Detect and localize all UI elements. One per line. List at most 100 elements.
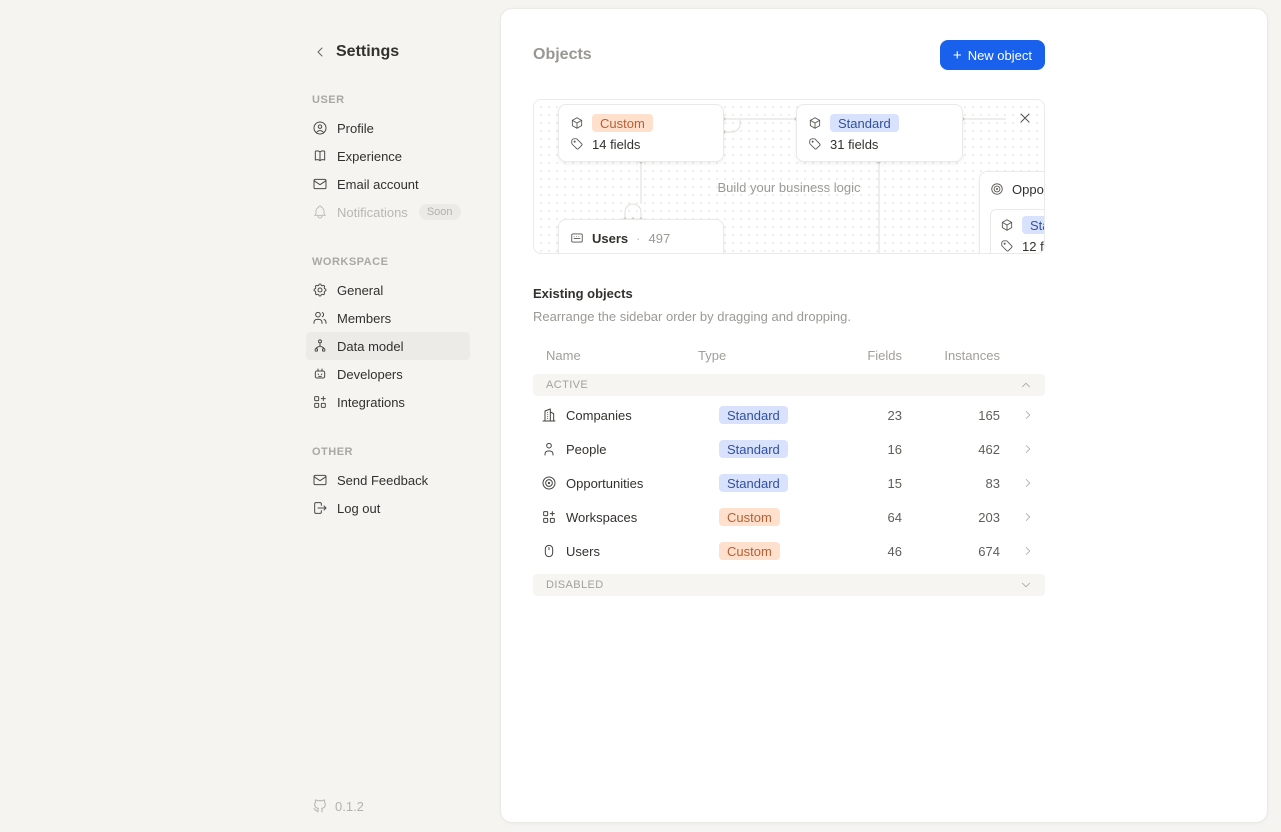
fields-count: 31 fields	[830, 137, 878, 152]
sidebar-item-log-out[interactable]: Log out	[306, 494, 470, 522]
sidebar-item-send-feedback[interactable]: Send Feedback	[306, 466, 470, 494]
tag-icon	[808, 137, 822, 151]
apps-icon	[541, 509, 557, 525]
object-type-badge: Custom	[719, 542, 780, 560]
robot-icon	[312, 366, 328, 382]
sidebar-item-members[interactable]: Members	[306, 304, 470, 332]
column-header-name: Name	[533, 348, 698, 363]
object-name: People	[566, 442, 606, 457]
banner-subcard: Standard 12 fields	[990, 209, 1045, 254]
table-row-opportunities[interactable]: Opportunities Standard 15 83	[533, 466, 1045, 500]
table-row-companies[interactable]: Companies Standard 23 165	[533, 398, 1045, 432]
mouse-icon	[541, 543, 557, 559]
soon-badge: Soon	[419, 204, 461, 220]
object-name: Workspaces	[566, 510, 637, 525]
object-type-badge: Standard	[1022, 216, 1045, 234]
main-panel: Objects + New object	[500, 8, 1268, 823]
sidebar-section-workspace: WORKSPACE General Members Data model Dev…	[306, 252, 470, 416]
banner-caption: Build your business logic	[534, 180, 1044, 195]
cube-icon	[808, 116, 822, 130]
table-header-row: Name Type Fields Instances	[533, 340, 1045, 370]
instances-count: 165	[902, 408, 1000, 423]
settings-sidebar: Settings USER Profile Experience Email a…	[306, 40, 470, 522]
object-type-badge: Standard	[719, 406, 788, 424]
sidebar-item-label: Data model	[337, 339, 403, 354]
new-object-label: New object	[968, 48, 1032, 63]
page-title: Objects	[533, 46, 592, 64]
sidebar-item-label: Send Feedback	[337, 473, 428, 488]
existing-objects-heading: Existing objects	[533, 286, 1045, 301]
fields-count: 46	[830, 544, 902, 559]
instances-count: 674	[902, 544, 1000, 559]
active-section-label: ACTIVE	[546, 379, 588, 391]
object-name: Opportunities	[566, 476, 643, 491]
close-icon	[1017, 110, 1033, 126]
sidebar-item-profile[interactable]: Profile	[306, 114, 470, 142]
close-banner-button[interactable]	[1016, 109, 1034, 127]
sidebar-item-integrations[interactable]: Integrations	[306, 388, 470, 416]
fields-count: 23	[830, 408, 902, 423]
sidebar-item-email-account[interactable]: Email account	[306, 170, 470, 198]
users-icon	[312, 310, 328, 326]
tag-icon	[570, 137, 584, 151]
sidebar-item-label: General	[337, 283, 383, 298]
banner-card-users: Users · 497	[558, 219, 724, 254]
settings-header[interactable]: Settings	[306, 40, 470, 64]
chevron-up-icon	[1019, 378, 1033, 392]
section-label-other: OTHER	[306, 442, 470, 462]
book-icon	[312, 148, 328, 164]
new-object-button[interactable]: + New object	[940, 40, 1045, 70]
person-icon	[541, 441, 557, 457]
objects-table: Name Type Fields Instances ACTIVE Compan…	[533, 340, 1045, 596]
fields-count: 64	[830, 510, 902, 525]
banner-card-custom: Custom 14 fields	[558, 104, 724, 162]
mail-icon	[312, 472, 328, 488]
object-name: Companies	[566, 408, 632, 423]
sidebar-item-label: Log out	[337, 501, 380, 516]
keyboard-icon	[570, 231, 584, 245]
column-header-type: Type	[698, 348, 830, 363]
bell-icon	[312, 204, 328, 220]
instances-count: 83	[902, 476, 1000, 491]
sidebar-item-general[interactable]: General	[306, 276, 470, 304]
settings-title: Settings	[336, 43, 399, 61]
sidebar-item-label: Members	[337, 311, 391, 326]
table-row-users[interactable]: Users Custom 46 674	[533, 534, 1045, 568]
object-name: Users	[592, 231, 628, 246]
section-label-user: USER	[306, 90, 470, 110]
disabled-section-bar[interactable]: DISABLED	[533, 574, 1045, 596]
cube-icon	[570, 116, 584, 130]
apps-icon	[312, 394, 328, 410]
sidebar-item-label: Profile	[337, 121, 374, 136]
chevron-right-icon[interactable]	[1021, 510, 1035, 524]
instances-count: 462	[902, 442, 1000, 457]
tag-icon	[1000, 239, 1014, 253]
chevron-right-icon[interactable]	[1021, 476, 1035, 490]
sidebar-item-data-model[interactable]: Data model	[306, 332, 470, 360]
existing-objects-subtitle: Rearrange the sidebar order by dragging …	[533, 309, 1045, 324]
table-row-workspaces[interactable]: Workspaces Custom 64 203	[533, 500, 1045, 534]
object-type-badge: Standard	[719, 474, 788, 492]
fields-count: 14 fields	[592, 137, 640, 152]
disabled-section-label: DISABLED	[546, 579, 604, 591]
sidebar-item-notifications[interactable]: Notifications Soon	[306, 198, 470, 226]
user-circle-icon	[312, 120, 328, 136]
chevron-right-icon[interactable]	[1021, 442, 1035, 456]
github-icon	[312, 798, 328, 814]
sidebar-item-developers[interactable]: Developers	[306, 360, 470, 388]
fields-count: 16	[830, 442, 902, 457]
chevron-left-icon[interactable]	[312, 44, 328, 60]
sidebar-item-label: Notifications	[337, 205, 408, 220]
sidebar-section-other: OTHER Send Feedback Log out	[306, 442, 470, 522]
logout-icon	[312, 500, 328, 516]
table-row-people[interactable]: People Standard 16 462	[533, 432, 1045, 466]
object-type-badge: Custom	[719, 508, 780, 526]
active-section-bar[interactable]: ACTIVE	[533, 374, 1045, 396]
chevron-right-icon[interactable]	[1021, 408, 1035, 422]
sidebar-section-user: USER Profile Experience Email account No…	[306, 90, 470, 226]
chevron-right-icon[interactable]	[1021, 544, 1035, 558]
building-icon	[541, 407, 557, 423]
app-version: 0.1.2	[306, 798, 370, 814]
sidebar-item-experience[interactable]: Experience	[306, 142, 470, 170]
target-icon	[541, 475, 557, 491]
